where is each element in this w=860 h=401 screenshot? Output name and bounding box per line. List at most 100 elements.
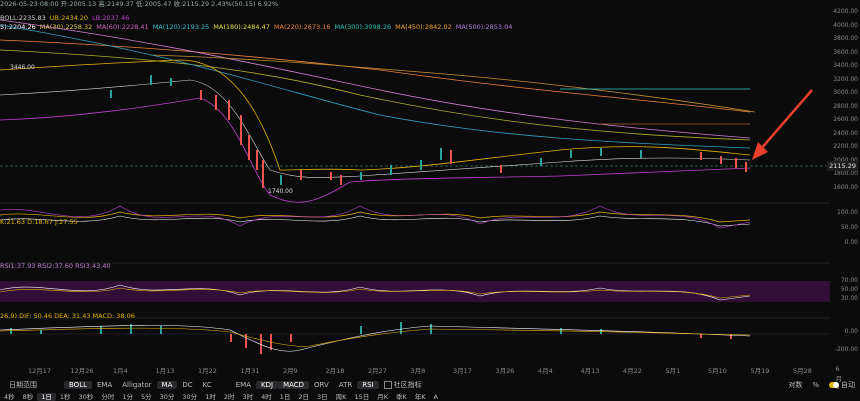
macd-dif-line <box>0 325 751 352</box>
price-tick: 3800.00 <box>833 35 858 42</box>
kdj-tick: 0.00 <box>844 239 858 246</box>
timeframe-button[interactable]: 1分 <box>118 393 137 401</box>
main-indicator-ema[interactable]: EMA <box>92 381 117 389</box>
timeframe-button[interactable]: 4时 <box>257 393 276 401</box>
timeframe-button[interactable]: 3时 <box>238 393 257 401</box>
timeframe-button[interactable]: 1日 <box>276 393 295 401</box>
main-indicator-kc[interactable]: KC <box>198 381 217 389</box>
time-tick: 4月22 <box>623 367 642 375</box>
timeframe-button[interactable]: 8秒 <box>19 393 38 401</box>
timeframe-button[interactable]: 1日 <box>37 393 56 401</box>
timeframe-button[interactable]: 2日 <box>294 393 313 401</box>
macd-tick: -200.00 <box>834 346 858 353</box>
macd-tick: 0.00 <box>844 328 858 335</box>
time-tick: 3月17 <box>453 367 472 375</box>
rsi-axis: 70.00 50.00 30.00 <box>830 277 860 304</box>
time-tick: 2月27 <box>368 367 387 375</box>
time-tick: 1月22 <box>198 367 217 375</box>
price-tick: 3000.00 <box>833 89 858 96</box>
time-tick: 4月4 <box>538 367 553 375</box>
time-tick: 5月28 <box>793 367 812 375</box>
time-tick: 3月26 <box>495 367 515 375</box>
rsi-tick: 30.00 <box>840 295 858 302</box>
macd-histogram <box>10 322 732 354</box>
macd-legend: 26,9) DIF: 50.46 DEA: 31.43 MACD: 38.06 <box>0 312 135 320</box>
price-tick: 1600.00 <box>833 183 858 191</box>
kdj-legend: K:21.63 D:18.67 J:27.55 <box>0 218 78 226</box>
price-tick: 2600.00 <box>833 116 858 123</box>
current-price-tag: 2115.29 <box>827 161 858 171</box>
timeframe-button[interactable]: 15日 <box>350 393 373 401</box>
timeframe-button[interactable]: 1秒 <box>56 393 75 401</box>
price-tick: 1800.00 <box>833 170 858 177</box>
time-tick: 12月17 <box>28 367 52 375</box>
rsi-tick: 70.00 <box>840 277 858 284</box>
timeframe-button[interactable]: 30分 <box>156 393 179 401</box>
main-indicator-boll[interactable]: BOLL <box>64 381 92 389</box>
kdj-tick: 50.00 <box>840 224 858 231</box>
price-tick: 3600.00 <box>833 48 858 56</box>
time-tick: 3月8 <box>410 367 426 375</box>
timeframe-button[interactable]: 2时 <box>220 393 239 401</box>
auto-scale-toggle[interactable]: 自动 <box>824 379 860 391</box>
time-tick: 5月19 <box>750 367 770 375</box>
rsi-tick: 50.00 <box>840 286 858 293</box>
timeframe-button[interactable]: 月K <box>373 393 392 401</box>
sub-indicator-macd[interactable]: MACD <box>278 381 310 389</box>
ma450-line <box>0 19 751 139</box>
timeframe-button[interactable]: 3日 <box>313 393 332 401</box>
date-range-button[interactable]: 日期范围 <box>4 379 42 391</box>
timeframe-button[interactable]: 周K <box>332 393 351 401</box>
sub-indicator-kdj[interactable]: KDJ <box>256 381 279 389</box>
time-tick: 2月9 <box>283 367 298 375</box>
community-indicator-button[interactable]: 社区指标 <box>379 379 427 391</box>
macd-axis: 0.00 -200.00 <box>830 328 860 364</box>
sub-indicator-rsi[interactable]: RSI <box>357 381 379 389</box>
log-scale-toggle[interactable]: 对数 <box>783 379 807 391</box>
sub-indicator-orv[interactable]: ORV <box>309 381 334 389</box>
kdj-d-line <box>0 215 751 227</box>
time-tick: 1月4 <box>113 367 128 375</box>
price-tick: 3400.00 <box>833 62 858 69</box>
arrow-annotation <box>759 89 813 151</box>
low-annotation: 1740.00 <box>268 188 293 195</box>
main-indicator-alligator[interactable]: Alligator <box>117 381 156 389</box>
main-indicator-ma[interactable]: MA <box>156 381 178 389</box>
timeframe-button[interactable]: A <box>430 393 442 401</box>
timeframe-button[interactable]: 30分 <box>178 393 201 401</box>
timeframe-toolbar: 4秒 8秒 1日 1秒 30秒 分时 1分 5分 30分 30分 1时 2时 3时 4时 1日 2日 3日 周K 1… <box>0 393 860 401</box>
timeframe-button[interactable]: 5分 <box>137 393 156 401</box>
timeframe-button[interactable]: 30秒 <box>75 393 98 401</box>
timeframe-button[interactable]: 季K <box>392 393 411 401</box>
main-indicator-dc[interactable]: DC <box>177 381 197 389</box>
timeframe-button[interactable]: 分时 <box>97 393 118 401</box>
price-tick: 2200.00 <box>833 143 858 150</box>
candlestick-chart[interactable] <box>0 0 830 365</box>
percent-toggle[interactable]: % <box>807 379 824 391</box>
price-tick: 4000.00 <box>833 21 858 29</box>
kdj-axis: 100.00 50.00 0.00 <box>830 209 860 254</box>
ma120-line <box>0 24 751 149</box>
time-tick: 2月18 <box>325 367 345 375</box>
kdj-k-line <box>0 211 751 223</box>
time-tick: 5月1 <box>665 367 681 375</box>
price-tick: 2400.00 <box>833 129 858 137</box>
indicator-toolbar: 日期范围 BOLL EMA Alligator MA DC KC EMA KDJ MACD OR… <box>0 379 860 391</box>
time-tick: 4月13 <box>580 367 600 375</box>
timeframe-button[interactable]: 1时 <box>201 393 220 401</box>
price-tick: 4200.00 <box>833 8 858 15</box>
time-tick: 5月10 <box>708 367 727 375</box>
time-tick: 12月26 <box>70 367 94 375</box>
rsi-band <box>0 281 830 302</box>
boll-ub-line <box>0 59 751 171</box>
sub-indicator-ema[interactable]: EMA <box>231 381 256 389</box>
time-axis: 12月17 12月26 1月4 1月13 1月22 1月31 2月9 2月18 2月27 3月8 3… <box>0 365 842 391</box>
price-tick: 3200.00 <box>833 75 858 83</box>
sub-indicator-atr[interactable]: ATR <box>334 381 357 389</box>
checkbox-icon <box>383 381 392 389</box>
price-tick: 2800.00 <box>833 102 858 110</box>
timeframe-button[interactable]: 4秒 <box>0 393 19 401</box>
high-annotation: 3446.00 <box>10 64 35 71</box>
timeframe-button[interactable]: 年K <box>411 393 430 401</box>
toggle-icon <box>829 382 839 388</box>
